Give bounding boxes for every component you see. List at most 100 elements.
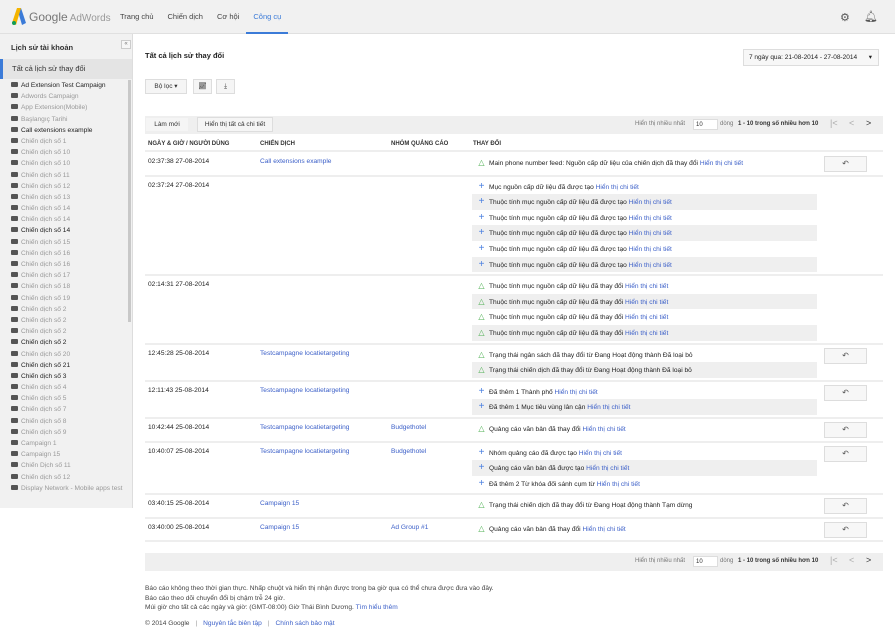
- sidebar-campaign-item[interactable]: Adwords Campaign: [11, 91, 123, 102]
- undo-button[interactable]: ↶: [824, 498, 867, 515]
- editorial-guidelines-link[interactable]: Nguyên tắc biên tập: [203, 620, 262, 627]
- sidebar-campaign-item[interactable]: Chiến dịch số 2: [11, 337, 123, 348]
- show-details-link[interactable]: Hiển thị chi tiết: [597, 481, 640, 488]
- sidebar-campaign-item[interactable]: Chiến dịch số 11: [11, 170, 123, 181]
- col-header-datetime[interactable]: NGÀY & GIỜ / NGƯỜI DÙNG: [148, 141, 229, 147]
- show-details-link[interactable]: Hiển thị chi tiết: [583, 426, 626, 433]
- sidebar-campaign-item[interactable]: Chiến Dịch số 11: [11, 460, 123, 471]
- sidebar-campaign-item[interactable]: Chiến dịch số 2: [11, 304, 123, 315]
- show-details-link[interactable]: Hiển thị chi tiết: [700, 160, 743, 167]
- show-details-link[interactable]: Hiển thị chi tiết: [625, 299, 668, 306]
- sidebar-campaign-item[interactable]: Chiến dịch số 21: [11, 360, 123, 371]
- row-campaign-link[interactable]: Testcampagne locatietargeting: [260, 448, 349, 455]
- sidebar-campaign-item[interactable]: Chiến dịch số 12: [11, 181, 123, 192]
- sidebar-campaign-item[interactable]: Chiến dịch số 3: [11, 371, 123, 382]
- rows-per-page-select[interactable]: 10: [693, 119, 718, 130]
- row-adgroup-link[interactable]: Budgethotel: [391, 424, 426, 431]
- prev-page-icon[interactable]: <: [849, 118, 854, 128]
- collapse-sidebar-button[interactable]: «: [121, 40, 131, 49]
- sidebar-campaign-item[interactable]: Ad Extension Test Campaign: [11, 80, 123, 91]
- privacy-policy-link[interactable]: Chính sách bảo mật: [276, 620, 335, 627]
- show-details-link[interactable]: Hiển thị chi tiết: [625, 314, 668, 321]
- show-details-link[interactable]: Hiển thị chi tiết: [579, 450, 622, 457]
- sidebar-campaign-item[interactable]: Başlangıç Tarihi: [11, 114, 123, 125]
- next-page-icon[interactable]: >: [866, 118, 871, 128]
- download-icon[interactable]: ⤓: [216, 79, 235, 94]
- sidebar-campaign-item[interactable]: Chiến dịch số 16: [11, 259, 123, 270]
- row-campaign-link[interactable]: Testcampagne locatietargeting: [260, 350, 349, 357]
- show-all-details-button[interactable]: Hiển thị tất cả chi tiết: [197, 117, 273, 132]
- sidebar-scrollbar[interactable]: [128, 80, 131, 322]
- first-page-icon[interactable]: |<: [830, 118, 838, 128]
- show-details-link[interactable]: Hiển thị chi tiết: [596, 184, 639, 191]
- first-page-icon[interactable]: |<: [830, 555, 838, 565]
- sidebar-campaign-item[interactable]: Chiến dịch số 2: [11, 326, 123, 337]
- show-details-link[interactable]: Hiển thị chi tiết: [586, 465, 629, 472]
- row-adgroup-link[interactable]: Budgethotel: [391, 448, 426, 455]
- filter-button[interactable]: Bộ lọc ▾: [145, 79, 187, 94]
- row-campaign-link[interactable]: Campaign 15: [260, 500, 299, 507]
- learn-more-link[interactable]: Tìm hiểu thêm: [356, 604, 398, 611]
- sidebar-campaign-item[interactable]: App Extension(Mobile): [11, 102, 123, 113]
- row-campaign-link[interactable]: Call extensions example: [260, 158, 331, 165]
- show-details-link[interactable]: Hiển thị chi tiết: [555, 389, 598, 396]
- show-details-link[interactable]: Hiển thị chi tiết: [629, 199, 672, 206]
- sidebar-campaign-item[interactable]: Chiến dịch số 7: [11, 404, 123, 415]
- show-details-link[interactable]: Hiển thị chi tiết: [625, 330, 668, 337]
- row-campaign-link[interactable]: Campaign 15: [260, 524, 299, 531]
- sidebar-campaign-item[interactable]: Chiến dịch số 16: [11, 248, 123, 259]
- col-header-campaign[interactable]: CHIẾN DỊCH: [260, 141, 295, 147]
- sidebar-campaign-item[interactable]: Chiến dịch số 5: [11, 393, 123, 404]
- sidebar-item-all-changes[interactable]: Tất cả lịch sử thay đổi: [0, 59, 132, 79]
- show-details-link[interactable]: Hiển thị chi tiết: [629, 215, 672, 222]
- adwords-logo[interactable]: Google AdWords: [12, 8, 111, 25]
- undo-button[interactable]: ↶: [824, 421, 867, 438]
- sidebar-campaign-item[interactable]: Chiến dịch số 14: [11, 203, 123, 214]
- sidebar-campaign-item[interactable]: Chiến dịch số 4: [11, 382, 123, 393]
- show-details-link[interactable]: Hiển thị chi tiết: [629, 246, 672, 253]
- sidebar-campaign-item[interactable]: Chiến dịch số 20: [11, 349, 123, 360]
- show-details-link[interactable]: Hiển thị chi tiết: [625, 283, 668, 290]
- sidebar-campaign-item[interactable]: Chiến dịch số 12: [11, 472, 123, 483]
- rows-per-page-select[interactable]: 10: [693, 556, 718, 567]
- sidebar-campaign-item[interactable]: Chiến dịch số 1: [11, 136, 123, 147]
- row-campaign-link[interactable]: Testcampagne locatietargeting: [260, 387, 349, 394]
- sidebar-campaign-item[interactable]: Chiến dịch số 18: [11, 281, 123, 292]
- nav-tab-campaigns[interactable]: Chiến dịch: [161, 0, 210, 34]
- undo-button[interactable]: ↶: [824, 347, 867, 364]
- sidebar-campaign-item[interactable]: Campaign 1: [11, 438, 123, 449]
- undo-button[interactable]: ↶: [824, 384, 867, 401]
- sidebar-campaign-item[interactable]: Chiến dịch số 10: [11, 158, 123, 169]
- nav-tab-tools[interactable]: Công cụ: [246, 0, 289, 34]
- sidebar-campaign-item[interactable]: Display Network - Mobile apps test: [11, 483, 123, 494]
- next-page-icon[interactable]: >: [866, 555, 871, 565]
- sidebar-campaign-item[interactable]: Chiến dịch số 14: [11, 225, 123, 236]
- sidebar-campaign-item[interactable]: Chiến dịch số 15: [11, 237, 123, 248]
- sidebar-campaign-item[interactable]: Campaign 15: [11, 449, 123, 460]
- sidebar-campaign-item[interactable]: Chiến dịch số 9: [11, 427, 123, 438]
- col-header-adgroup[interactable]: NHÓM QUẢNG CÁO: [391, 141, 448, 147]
- sidebar-campaign-item[interactable]: Chiến dịch số 10: [11, 147, 123, 158]
- sidebar-campaign-item[interactable]: Call extensions example: [11, 125, 123, 136]
- sidebar-campaign-item[interactable]: Chiến dịch số 13: [11, 192, 123, 203]
- nav-tab-opportunities[interactable]: Cơ hội: [210, 0, 246, 34]
- nav-tab-home[interactable]: Trang chủ: [113, 0, 161, 34]
- sidebar-campaign-item[interactable]: Chiến dịch số 2: [11, 315, 123, 326]
- sidebar-campaign-item[interactable]: Chiến dịch số 17: [11, 270, 123, 281]
- row-campaign-link[interactable]: Testcampagne locatietargeting: [260, 424, 349, 431]
- row-adgroup-link[interactable]: Ad Group #1: [391, 524, 428, 531]
- chart-icon[interactable]: 📈︎: [193, 79, 212, 94]
- prev-page-icon[interactable]: <: [849, 555, 854, 565]
- show-details-link[interactable]: Hiển thị chi tiết: [629, 262, 672, 269]
- sidebar-campaign-item[interactable]: Chiến dịch số 8: [11, 416, 123, 427]
- sidebar-campaign-item[interactable]: Chiến dịch số 14: [11, 214, 123, 225]
- undo-button[interactable]: ↶: [824, 445, 867, 462]
- show-details-link[interactable]: Hiển thị chi tiết: [587, 404, 630, 411]
- bell-icon[interactable]: 🔔︎: [864, 10, 878, 23]
- refresh-button[interactable]: Làm mới: [145, 117, 189, 132]
- show-details-link[interactable]: Hiển thị chi tiết: [629, 230, 672, 237]
- show-details-link[interactable]: Hiển thị chi tiết: [583, 526, 626, 533]
- sidebar-campaign-item[interactable]: Chiến dịch số 19: [11, 293, 123, 304]
- undo-button[interactable]: ↶: [824, 156, 867, 172]
- gear-icon[interactable]: ⚙: [840, 11, 850, 24]
